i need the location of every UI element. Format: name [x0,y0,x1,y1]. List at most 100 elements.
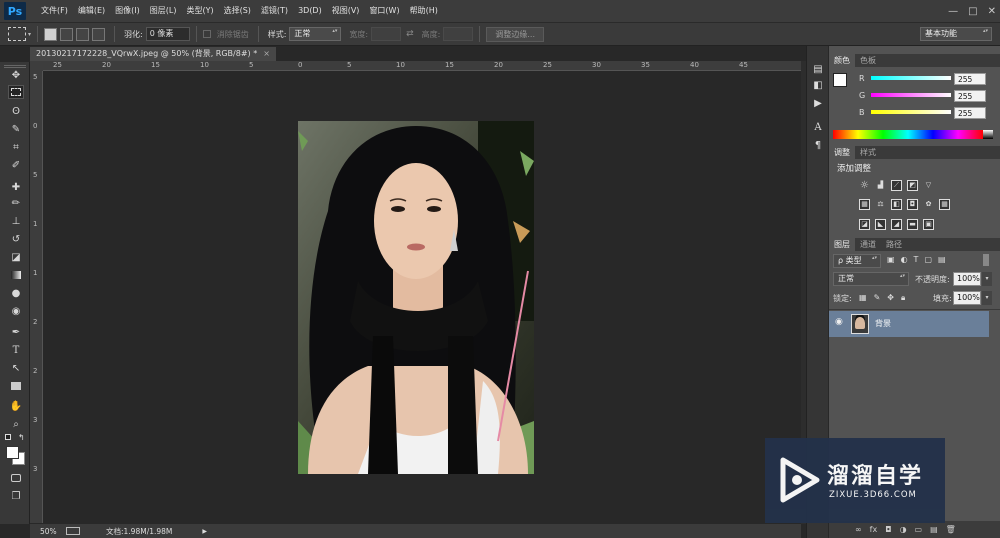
document-image[interactable] [298,121,534,474]
feather-input[interactable]: 0 像素 [145,27,190,41]
green-value[interactable]: 255 [954,90,986,102]
swap-colors-icon[interactable]: ↰ [18,433,25,442]
opacity-dropdown-icon[interactable]: ▾ [982,272,992,286]
properties-panel-icon[interactable]: ◧ [811,78,825,92]
swap-icon[interactable]: ⇄ [406,29,414,39]
subtract-selection-icon[interactable] [76,27,90,41]
hand-tool-icon[interactable]: ✋ [8,399,24,413]
lock-pixels-icon[interactable]: ✎ [874,293,881,303]
type-tool-icon[interactable]: T [8,343,24,357]
layer-row-background[interactable]: ◉ 背景 [829,311,989,337]
red-slider[interactable] [871,76,951,80]
preset-chevron-icon[interactable]: ▾ [28,31,31,38]
gradient-map-icon[interactable]: ▬ [907,219,918,230]
character-panel-icon[interactable]: A [811,120,825,134]
close-tab-icon[interactable]: × [263,49,270,58]
channel-mixer-icon[interactable]: ✿ [923,199,934,210]
hue-saturation-icon[interactable]: ▦ [859,199,870,210]
workspace-select[interactable]: 基本功能 [920,27,992,41]
ruler-origin[interactable] [30,61,43,71]
layer-visibility-eye-icon[interactable]: ◉ [835,317,843,327]
screen-mode-icon[interactable]: ❐ [8,489,24,503]
red-value[interactable]: 255 [954,73,986,85]
filter-shape-icon[interactable]: ▢ [924,255,932,264]
close-button[interactable]: ✕ [988,6,996,17]
tab-channels[interactable]: 通道 [855,238,881,251]
move-tool-icon[interactable]: ✥ [8,68,24,82]
fx-icon[interactable]: fx [870,525,878,534]
tab-swatches[interactable]: 色板 [855,54,881,67]
quick-select-tool-icon[interactable]: ✎ [8,122,24,136]
filter-smart-icon[interactable]: ▤ [938,255,946,264]
rectangle-tool-icon[interactable] [8,379,24,393]
add-selection-icon[interactable] [60,27,74,41]
paragraph-panel-icon[interactable]: ¶ [811,138,825,152]
new-selection-icon[interactable] [44,27,58,41]
posterize-icon[interactable]: ◣ [875,219,886,230]
filter-adjust-icon[interactable]: ◐ [901,255,908,264]
document-tab[interactable]: 20130217172228_VQrwX.jpeg @ 50% (背景, RGB… [30,47,276,61]
history-panel-icon[interactable]: ▤ [811,62,825,76]
status-menu-arrow[interactable]: ▶ [202,528,207,535]
tab-color[interactable]: 颜色 [829,54,855,67]
default-colors-icon[interactable] [5,434,11,440]
healing-brush-tool-icon[interactable]: ✚ [8,180,24,194]
menu-edit[interactable]: 编辑(E) [73,0,110,22]
filter-pixel-icon[interactable]: ▣ [887,255,895,264]
actions-panel-icon[interactable]: ▶ [811,96,825,110]
lock-all-icon[interactable]: 🔒︎ [901,293,905,303]
eyedropper-tool-icon[interactable]: ✐ [8,158,24,172]
tab-paths[interactable]: 路径 [881,238,907,251]
brush-tool-icon[interactable]: ✏ [8,196,24,210]
delete-layer-icon[interactable]: 🗑 [946,525,956,534]
quick-mask-icon[interactable] [8,471,24,485]
zoom-level[interactable]: 50% [40,527,66,536]
opacity-input[interactable]: 100% [953,272,981,286]
fill-input[interactable]: 100% [953,291,981,305]
photo-filter-icon[interactable]: ◘ [907,199,918,210]
fill-dropdown-icon[interactable]: ▾ [982,291,992,305]
path-select-tool-icon[interactable]: ↖ [8,361,24,375]
curves-icon[interactable]: ⟋ [891,180,902,191]
color-spectrum-bar[interactable] [833,130,983,139]
filter-type-icon[interactable]: T [914,255,919,264]
new-adjustment-icon[interactable]: ◑ [900,525,907,534]
status-preview-icon[interactable] [66,527,80,535]
refine-edge-button[interactable]: 调整边缘... [486,26,545,42]
layer-name[interactable]: 背景 [875,318,891,329]
history-brush-tool-icon[interactable]: ↺ [8,232,24,246]
link-layers-icon[interactable]: ∞ [855,525,862,534]
intersect-selection-icon[interactable] [92,27,106,41]
levels-icon[interactable]: ▟ [875,180,886,191]
zoom-tool-icon[interactable]: ⌕ [8,417,24,431]
menu-3d[interactable]: 3D(D) [293,0,327,22]
lasso-tool-icon[interactable]: ʘ [8,104,24,118]
blue-slider[interactable] [871,110,951,114]
dodge-tool-icon[interactable]: ◉ [8,304,24,318]
menu-file[interactable]: 文件(F) [36,0,73,22]
menu-type[interactable]: 类型(Y) [181,0,218,22]
exposure-icon[interactable]: ◩ [907,180,918,191]
menu-image[interactable]: 图像(I) [110,0,145,22]
add-mask-icon[interactable]: ◘ [885,525,891,534]
height-input[interactable] [443,27,474,41]
marquee-tool-icon[interactable] [8,85,24,99]
blend-mode-select[interactable]: 正常 [833,272,909,286]
menu-help[interactable]: 帮助(H) [405,0,443,22]
menu-view[interactable]: 视图(V) [327,0,365,22]
menu-window[interactable]: 窗口(W) [364,0,404,22]
menu-select[interactable]: 选择(S) [219,0,256,22]
eraser-tool-icon[interactable]: ◪ [8,250,24,264]
gradient-tool-icon[interactable] [8,268,24,282]
tab-adjustments[interactable]: 调整 [829,146,855,159]
layer-filter-select[interactable]: ρ 类型 [833,254,881,268]
black-white-icon[interactable]: ◧ [891,199,902,210]
bw-ramp[interactable] [983,130,993,139]
invert-icon[interactable]: ◪ [859,219,870,230]
blue-value[interactable]: 255 [954,107,986,119]
filter-toggle[interactable] [983,254,989,266]
blur-tool-icon[interactable]: ● [8,286,24,300]
crop-tool-icon[interactable]: ⌗ [8,140,24,154]
selective-color-icon[interactable]: ▣ [923,219,934,230]
canvas-area[interactable] [43,71,801,523]
